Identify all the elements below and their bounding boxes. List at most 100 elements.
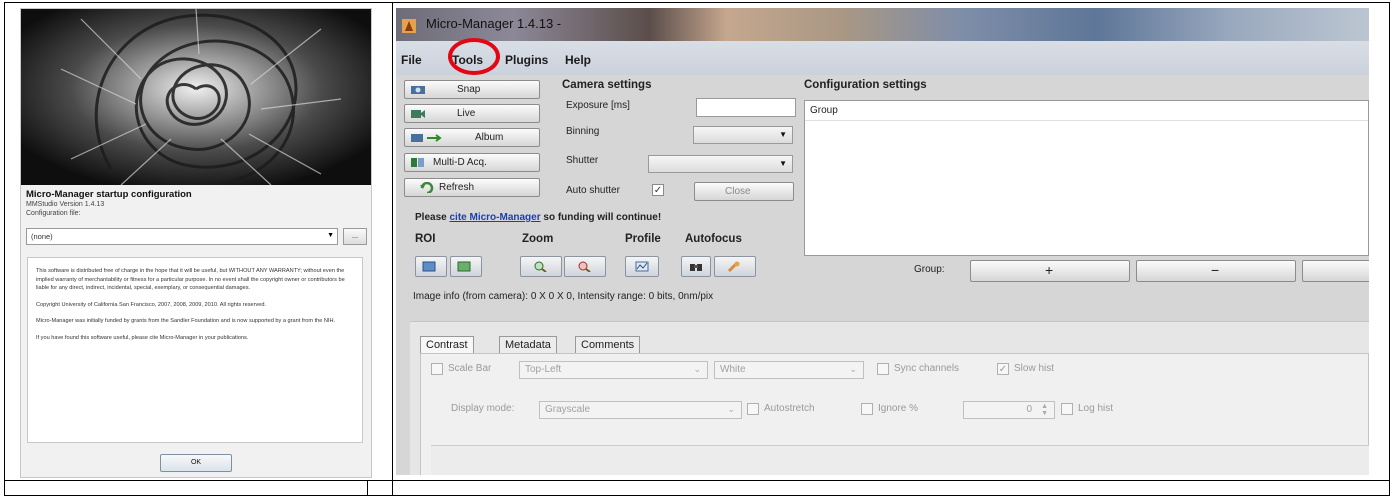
refresh-button[interactable]: Refresh xyxy=(404,178,540,197)
edit-group-button[interactable] xyxy=(1302,260,1369,282)
zoom-in-button[interactable] xyxy=(520,256,562,277)
sync-channels-checkbox[interactable] xyxy=(877,363,889,375)
full-frame-icon xyxy=(457,261,471,272)
album-label: Album xyxy=(475,132,504,143)
binning-label: Binning xyxy=(566,126,600,137)
chevron-down-icon: ⌄ xyxy=(849,364,857,374)
remove-group-button[interactable]: − xyxy=(1136,260,1296,282)
table-column-divider xyxy=(392,2,393,496)
scale-bar-position-select[interactable]: Top-Left ⌄ xyxy=(519,361,708,379)
zoom-in-icon xyxy=(534,261,547,272)
scale-bar-color-value: White xyxy=(720,364,746,375)
add-group-button[interactable]: + xyxy=(970,260,1130,282)
tools-highlight-circle xyxy=(448,38,500,75)
cite-link[interactable]: cite Micro-Manager xyxy=(449,212,540,223)
autofocus-settings-button[interactable] xyxy=(714,256,756,277)
close-shutter-label: Close xyxy=(725,186,751,197)
snap-button[interactable]: Snap xyxy=(404,80,540,99)
multi-d-acq-label: Multi-D Acq. xyxy=(433,157,487,168)
contrast-panel: Scale Bar Top-Left ⌄ White ⌄ Sync channe… xyxy=(420,353,1369,475)
window-title: Micro-Manager 1.4.13 - xyxy=(426,16,562,31)
tab-contrast[interactable]: Contrast xyxy=(420,336,474,354)
exposure-input[interactable] xyxy=(696,98,796,117)
log-hist-label: Log hist xyxy=(1078,403,1114,414)
autofocus-heading: Autofocus xyxy=(685,233,742,245)
log-hist-checkbox[interactable] xyxy=(1061,403,1073,415)
multi-d-acq-button[interactable]: Multi-D Acq. xyxy=(404,153,540,172)
ignore-percent-label: Ignore % xyxy=(878,403,919,414)
tab-comments[interactable]: Comments xyxy=(575,336,641,354)
ignore-percent-checkbox[interactable] xyxy=(861,403,873,415)
close-shutter-button[interactable]: Close xyxy=(694,182,794,201)
menu-file[interactable]: File xyxy=(401,53,422,67)
startup-title: Micro-Manager startup configuration xyxy=(26,189,192,200)
shutter-label: Shutter xyxy=(566,155,599,166)
cite-suffix: so funding will continue! xyxy=(540,212,662,223)
scale-bar-label: Scale Bar xyxy=(448,363,492,374)
configuration-table[interactable]: Group xyxy=(804,100,1369,256)
micro-manager-window: Micro-Manager 1.4.13 - File Tools Plugin… xyxy=(396,8,1369,475)
scale-bar-color-select[interactable]: White ⌄ xyxy=(714,361,864,379)
camera-icon xyxy=(411,86,425,94)
chevron-down-icon: ▼ xyxy=(327,232,334,239)
table-header-divider xyxy=(805,120,1368,121)
citation-paragraph: If you have found this software useful, … xyxy=(36,334,249,341)
config-file-value: (none) xyxy=(31,232,53,241)
splash-image xyxy=(21,9,371,185)
video-camera-icon xyxy=(411,110,425,118)
autostretch-label: Autostretch xyxy=(764,403,815,414)
live-button[interactable]: Live xyxy=(404,104,540,123)
main-panel: Snap Live Album Multi-D Acq. Refresh Cam… xyxy=(396,75,1369,475)
shutter-select[interactable]: ▼ xyxy=(648,155,793,173)
config-file-select[interactable]: (none) ▼ xyxy=(26,228,338,245)
slow-hist-checkbox[interactable]: ✓ xyxy=(997,363,1009,375)
microscope-app-icon xyxy=(402,19,416,33)
display-mode-select[interactable]: Grayscale ⌄ xyxy=(539,401,742,419)
autofocus-button[interactable] xyxy=(681,256,711,277)
tab-metadata[interactable]: Metadata xyxy=(499,336,557,354)
auto-shutter-checkbox[interactable]: ✓ xyxy=(652,184,664,196)
album-button[interactable]: Album xyxy=(404,128,540,147)
funding-paragraph: Micro-Manager was initially funded by gr… xyxy=(36,318,336,325)
multi-dimensional-icon xyxy=(411,158,424,167)
set-roi-button[interactable] xyxy=(415,256,447,277)
camera-settings-heading: Camera settings xyxy=(562,79,652,91)
window-titlebar: Micro-Manager 1.4.13 - xyxy=(396,8,1369,41)
chevron-down-icon: ▼ xyxy=(779,159,787,168)
scale-bar-position-value: Top-Left xyxy=(525,364,562,375)
menu-help[interactable]: Help xyxy=(565,53,591,67)
autostretch-checkbox[interactable] xyxy=(747,403,759,415)
startup-dialog: Micro-Manager startup configuration MMSt… xyxy=(20,8,372,478)
line-profile-button[interactable] xyxy=(625,256,659,277)
chevron-down-icon: ▼ xyxy=(779,130,787,139)
display-mode-value: Grayscale xyxy=(545,404,591,415)
clear-roi-button[interactable] xyxy=(450,256,482,277)
ignore-percent-value: 0 xyxy=(1026,404,1032,415)
zoom-out-button[interactable] xyxy=(564,256,606,277)
cite-message: Please cite Micro-Manager so funding wil… xyxy=(415,212,661,223)
display-mode-label: Display mode: xyxy=(451,403,515,414)
snap-label: Snap xyxy=(457,84,481,95)
zoom-out-icon xyxy=(578,261,591,272)
profile-heading: Profile xyxy=(625,233,661,245)
image-info-text: Image info (from camera): 0 X 0 X 0, Int… xyxy=(413,291,714,302)
table-column-divider-short xyxy=(367,480,368,496)
slow-hist-label: Slow hist xyxy=(1014,363,1055,374)
license-text-box: This software is distributed free of cha… xyxy=(27,257,363,443)
binoculars-icon xyxy=(690,264,702,271)
ok-button[interactable]: OK xyxy=(160,454,232,472)
menu-plugins[interactable]: Plugins xyxy=(505,53,548,67)
copyright-paragraph: Copyright University of California San F… xyxy=(36,301,267,308)
ignore-percent-spinner[interactable]: 0 ▲ ▼ xyxy=(963,401,1055,419)
line-profile-icon xyxy=(635,261,649,272)
sync-channels-label: Sync channels xyxy=(894,363,960,374)
roi-heading: ROI xyxy=(415,233,436,245)
browse-button[interactable]: ... xyxy=(343,228,367,245)
binning-select[interactable]: ▼ xyxy=(693,126,793,144)
image-display-panel: Contrast Metadata Comments Scale Bar Top… xyxy=(410,321,1369,475)
group-label: Group: xyxy=(914,264,945,275)
license-paragraph: This software is distributed free of cha… xyxy=(36,268,345,292)
cite-prefix: Please xyxy=(415,212,450,223)
chevron-down-icon: ⌄ xyxy=(727,404,735,414)
scale-bar-checkbox[interactable] xyxy=(431,363,443,375)
